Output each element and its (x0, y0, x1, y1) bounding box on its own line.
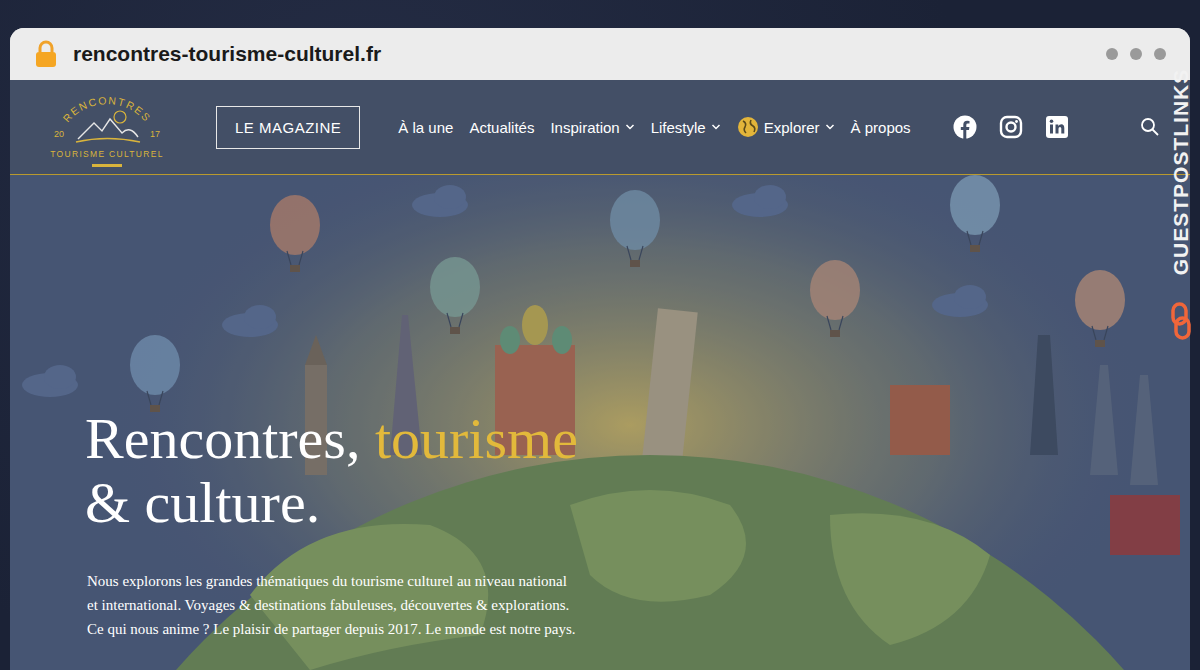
linkedin-icon[interactable] (1045, 115, 1069, 139)
title-segment: & culture. (85, 470, 320, 535)
title-segment: tourisme (375, 406, 578, 471)
window-controls (1106, 48, 1166, 60)
chevron-down-icon (825, 123, 835, 131)
chevron-down-icon (625, 123, 635, 131)
site-logo[interactable]: RENCONTRES 20 17 TOURISME CULTUREL (42, 87, 172, 167)
nav-item[interactable]: Lifestyle (651, 119, 721, 136)
watermark: GUESTPOSTLINKS (1164, 50, 1198, 360)
svg-text:20: 20 (54, 129, 64, 139)
nav-item[interactable]: Explorer (737, 116, 835, 138)
social-links (953, 115, 1069, 139)
watermark-text: GUESTPOSTLINKS (1169, 69, 1193, 276)
globe-icon (737, 116, 759, 138)
instagram-icon[interactable] (999, 115, 1023, 139)
description-line: Ce qui nous anime ? Le plaisir de partag… (87, 617, 1190, 641)
hero-content: Rencontres,tourisme& culture.Nous explor… (10, 175, 1190, 641)
svg-text:17: 17 (150, 129, 160, 139)
chevron-down-icon (711, 123, 721, 131)
logo-emblem-icon: RENCONTRES 20 17 TOURISME CULTUREL (42, 87, 172, 163)
window-dot[interactable] (1154, 48, 1166, 60)
description-line: Nous explorons les grandes thématiques d… (87, 569, 1190, 593)
description-line: et international. Voyages & destinations… (87, 593, 1190, 617)
nav-item[interactable]: Actualités (469, 119, 534, 136)
browser-toolbar: rencontres-tourisme-culturel.fr (10, 28, 1190, 80)
screenshot-scene: rencontres-tourisme-culturel.fr RENCONTRE… (0, 0, 1200, 670)
title-line: Rencontres,tourisme (85, 407, 1190, 471)
chain-link-icon (1170, 302, 1192, 340)
browser-window: rencontres-tourisme-culturel.fr RENCONTRE… (10, 28, 1190, 670)
main-nav: À la une Actualités Inspiration Lifestyle Ex… (398, 116, 910, 138)
nav-item[interactable]: À propos (851, 119, 911, 136)
nav-item[interactable]: À la une (398, 119, 453, 136)
site-header: RENCONTRES 20 17 TOURISME CULTUREL LE MAGAZI… (10, 80, 1190, 175)
hero-title: Rencontres,tourisme& culture. (85, 407, 1190, 535)
nav-item[interactable]: Inspiration (550, 119, 634, 136)
window-dot[interactable] (1130, 48, 1142, 60)
logo-underline (92, 164, 122, 167)
web-page: RENCONTRES 20 17 TOURISME CULTUREL LE MAGAZI… (10, 80, 1190, 670)
svg-text:TOURISME CULTUREL: TOURISME CULTUREL (50, 149, 163, 159)
svg-text:RENCONTRES: RENCONTRES (60, 94, 153, 124)
address-bar[interactable]: rencontres-tourisme-culturel.fr (73, 42, 381, 66)
search-icon[interactable] (1140, 117, 1160, 137)
title-segment: Rencontres, (85, 406, 360, 471)
title-line: & culture. (85, 471, 1190, 535)
window-dot[interactable] (1106, 48, 1118, 60)
facebook-icon[interactable] (953, 115, 977, 139)
hero-description: Nous explorons les grandes thématiques d… (87, 569, 1190, 641)
lock-icon (34, 40, 58, 68)
hero-banner: Rencontres,tourisme& culture.Nous explor… (10, 175, 1190, 670)
magazine-button[interactable]: LE MAGAZINE (216, 106, 360, 149)
